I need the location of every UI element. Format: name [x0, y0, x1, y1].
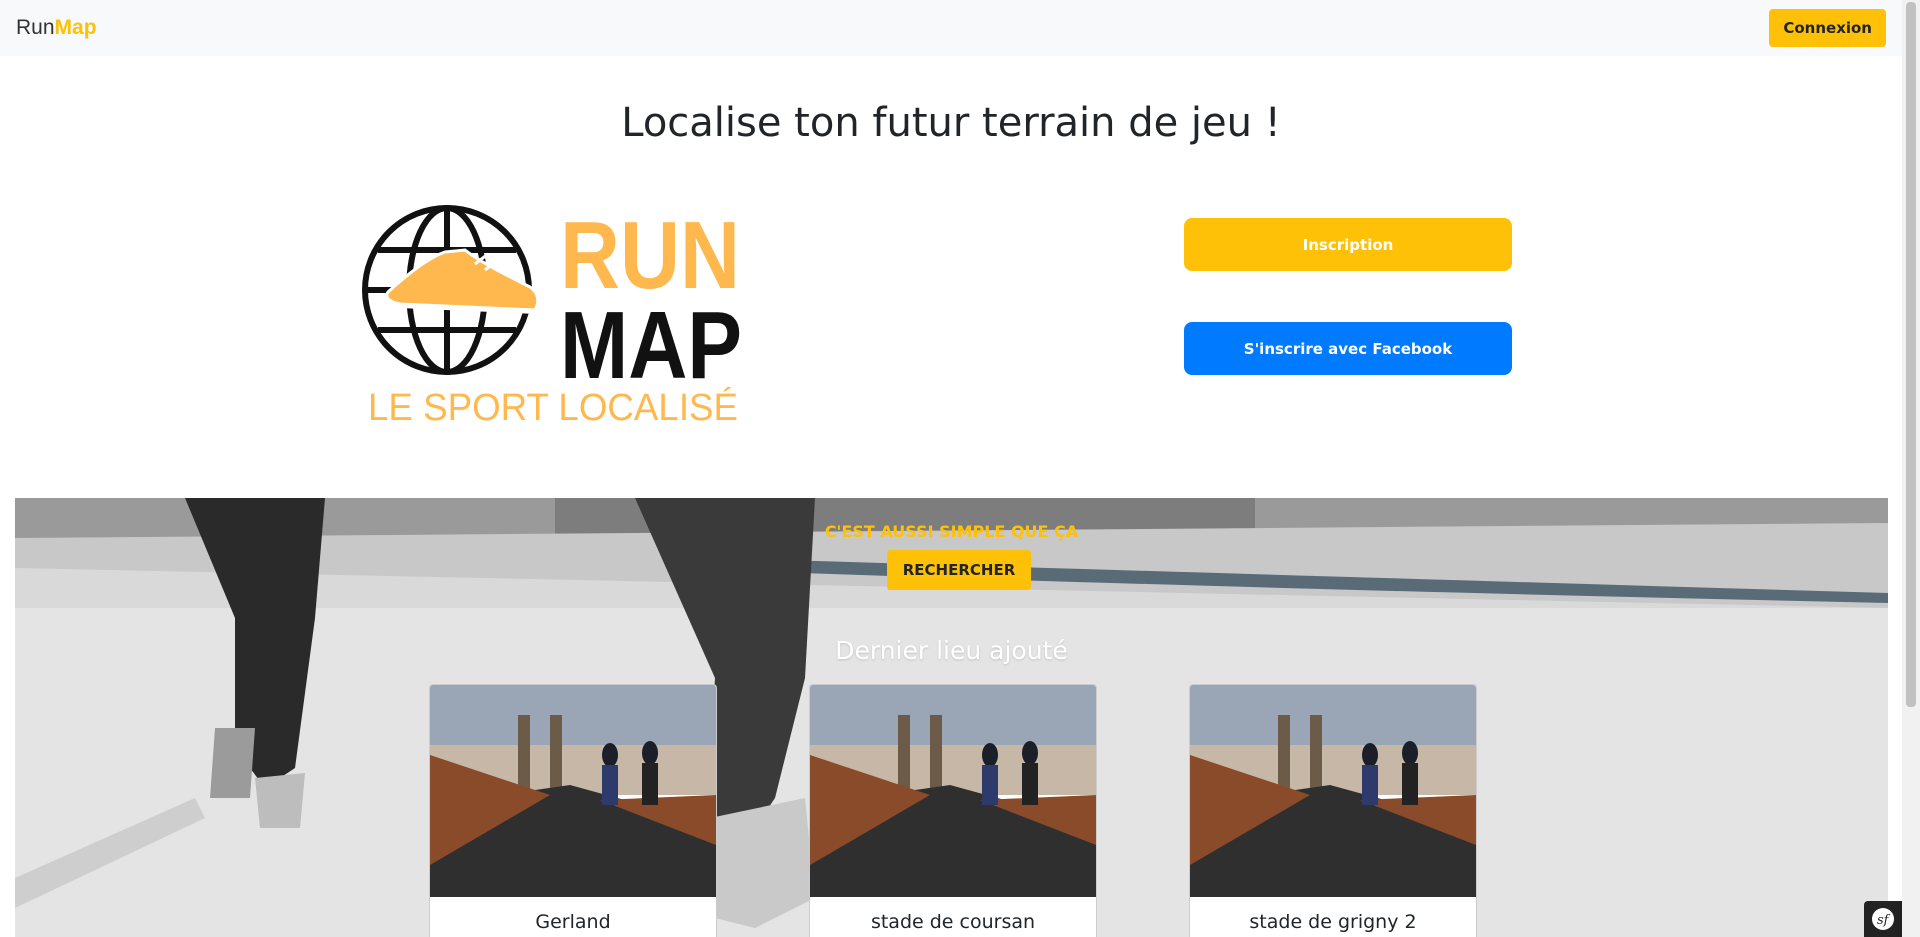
place-card-title[interactable]: stade de grigny 2: [1190, 911, 1476, 933]
latest-places-title: Dernier lieu ajouté: [835, 636, 1068, 665]
brand-link[interactable]: RunMap: [16, 16, 97, 40]
symfony-toolbar-toggle[interactable]: sf: [1864, 901, 1902, 937]
logo-tagline-text: LE SPORT LOCALISÉ: [368, 386, 738, 429]
login-button[interactable]: Connexion: [1769, 9, 1886, 47]
place-card[interactable]: stade de coursan: [809, 684, 1097, 937]
symfony-icon: sf: [1872, 908, 1894, 930]
place-card-image: [430, 685, 716, 897]
place-card-title[interactable]: stade de coursan: [810, 911, 1096, 933]
logo-map-text: MAP: [560, 292, 742, 399]
place-card-image: [1190, 685, 1476, 897]
place-card-title[interactable]: Gerland: [430, 911, 716, 933]
signup-button[interactable]: Inscription: [1184, 218, 1512, 271]
brand-prefix: Run: [16, 16, 55, 39]
runmap-logo: RUN MAP LE SPORT LOCALISÉ: [362, 202, 742, 429]
scrollbar-thumb[interactable]: [1906, 2, 1916, 707]
page-headline: Localise ton futur terrain de jeu !: [621, 100, 1281, 146]
navbar: RunMap Connexion: [0, 0, 1902, 56]
banner-tagline: C'EST AUSSI SIMPLE QUE ÇA: [824, 522, 1079, 541]
facebook-signup-button[interactable]: S'inscrire avec Facebook: [1184, 322, 1512, 375]
search-button[interactable]: RECHERCHER: [887, 550, 1031, 590]
search-banner: C'EST AUSSI SIMPLE QUE ÇA RECHERCHER Der…: [15, 498, 1888, 937]
place-card-image: [810, 685, 1096, 897]
place-card[interactable]: Gerland: [429, 684, 717, 937]
place-card[interactable]: stade de grigny 2: [1189, 684, 1477, 937]
page-scrollbar[interactable]: [1902, 0, 1920, 937]
brand-accent: Map: [54, 16, 97, 39]
